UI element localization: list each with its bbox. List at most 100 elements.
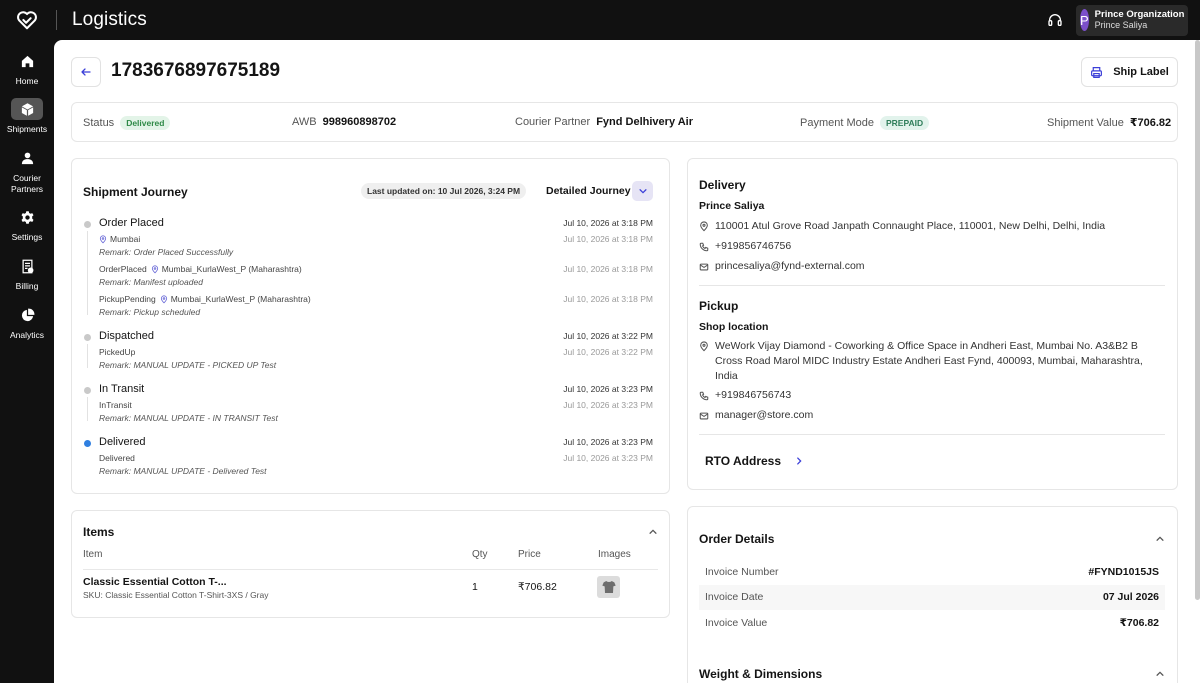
event-status: PickupPending Mumbai_KurlaWest_P (Mahara… [99,294,311,304]
pickup-email-text: manager@store.com [715,409,814,421]
delivery-name: Prince Saliya [699,200,765,212]
sidebar-item-label: Home [15,76,39,86]
billing-icon [11,255,43,277]
step-dot [84,387,91,394]
sidebar-item-settings[interactable]: Settings [0,206,54,243]
mail-icon [699,408,715,423]
top-bar: Logistics P Prince Organization Prince S… [0,0,1200,40]
order-details-card: Order Details Invoice Number #FYND1015JS… [687,506,1178,683]
payment-badge: PREPAID [879,116,930,130]
event-remark: Remark: MANUAL UPDATE - IN TRANSIT Test [99,413,278,423]
user-name: Prince Saliya [1094,20,1148,30]
status-bar: Status Delivered AWB 998960898702 Courie… [71,102,1178,142]
sidebar-item-label: Shipments [6,124,48,134]
sidebar-item-shipments[interactable]: Shipments [0,98,54,135]
pie-chart-icon [11,304,43,326]
invoice-value-row: Invoice Value ₹706.82 [699,611,1165,636]
page-title: 1783676897675189 [111,60,281,81]
sidebar-item-analytics[interactable]: Analytics [0,304,54,341]
sidebar-item-label: Settings [11,232,43,242]
location-pin-icon [151,264,159,274]
page-scrollbar[interactable] [1195,40,1200,600]
status-label: Status [83,117,115,129]
phone-icon [699,388,715,403]
shipment-value-label: Shipment Value [1047,116,1124,129]
delivery-email: princesaliya@fynd-external.com [699,259,865,274]
pickup-address-text: WeWork Vijay Diamond - Coworking & Offic… [715,340,1143,382]
sidebar-item-label: Billing [15,281,39,291]
event-date: Jul 10, 2026 at 3:23 PM [563,453,653,463]
pickup-title: Pickup [699,299,739,313]
invoice-value-label: Invoice Value [705,617,768,629]
org-switcher[interactable]: P Prince Organization Prince Saliya [1076,4,1188,36]
payment-label: Payment Mode [800,117,874,129]
pickup-email: manager@store.com [699,408,813,423]
pickup-phone-text: +919846756743 [715,389,792,401]
sidebar: Home Shipments Courier Partners Settings… [0,40,54,683]
event-date: Jul 10, 2026 at 3:22 PM [563,347,653,357]
event-location-text: Mumbai_KurlaWest_P (Maharashtra) [161,264,302,274]
event-remark: Remark: Manifest uploaded [99,277,203,287]
event-status: InTransit [99,400,132,410]
item-image[interactable] [597,576,620,598]
step-date: Jul 10, 2026 at 3:23 PM [563,384,653,394]
item-qty: 1 [472,581,478,593]
location-pin-icon [699,339,715,354]
avatar: P [1080,9,1089,31]
chevron-up-icon[interactable] [1155,669,1165,679]
event-status: OrderPlaced Mumbai_KurlaWest_P (Maharash… [99,264,302,274]
section-divider [699,434,1165,435]
invoice-number-value: #FYND1015JS [1088,566,1159,578]
sidebar-item-billing[interactable]: Billing [0,255,54,292]
column-header-item: Item [83,549,103,560]
order-details-title: Order Details [699,532,775,546]
step-line [87,344,88,368]
step-date: Jul 10, 2026 at 3:23 PM [563,437,653,447]
headset-icon[interactable] [1040,4,1070,36]
courier-label: Courier Partner [515,116,591,128]
event-date: Jul 10, 2026 at 3:18 PM [563,234,653,244]
event-status: PickedUp [99,347,136,357]
awb-value: 998960898702 [322,116,397,128]
main-content: 1783676897675189 Ship Label Status Deliv… [54,40,1200,683]
delivery-phone: +919856746756 [699,239,791,254]
sidebar-item-home[interactable]: Home [0,50,54,87]
printer-icon [1091,66,1103,78]
step-title: Dispatched [99,330,155,342]
event-remark: Remark: Pickup scheduled [99,307,201,317]
event-status-text: OrderPlaced [99,264,147,274]
logo-icon[interactable] [0,0,54,40]
last-updated-badge: Last updated on: 10 Jul 2026, 3:24 PM [361,183,527,199]
back-button[interactable] [71,57,101,87]
arrow-left-icon [81,68,91,76]
home-icon [11,50,43,72]
org-name: Prince Organization [1094,9,1185,20]
step-date: Jul 10, 2026 at 3:22 PM [563,331,653,341]
chevron-up-icon[interactable] [1155,534,1165,544]
event-date: Jul 10, 2026 at 3:18 PM [563,294,653,304]
delivery-address-text: 110001 Atul Grove Road Janpath Connaught… [715,220,1106,232]
item-name: Classic Essential Cotton T-... [83,576,227,588]
chevron-up-icon[interactable] [648,527,658,537]
delivery-address: 110001 Atul Grove Road Janpath Connaught… [699,219,1105,234]
pickup-phone: +919846756743 [699,388,791,403]
detailed-journey-label[interactable]: Detailed Journey [546,185,631,197]
gear-icon [11,206,43,228]
event-location-text: Mumbai [110,234,141,244]
detailed-journey-toggle[interactable] [632,181,653,201]
column-header-images: Images [598,549,631,560]
ship-label-button[interactable]: Ship Label [1081,57,1178,87]
step-title: Order Placed [99,217,164,229]
box-icon [11,98,43,120]
pickup-address: WeWork Vijay Diamond - Coworking & Offic… [699,339,1155,384]
delivery-phone-text: +919856746756 [715,240,792,252]
pickup-name: Shop location [699,321,769,333]
sidebar-item-label: Courier Partners [10,173,44,194]
ship-label-text: Ship Label [1113,66,1169,78]
event-remark: Remark: Order Placed Successfully [99,247,234,257]
rto-address-link[interactable]: RTO Address [705,454,804,468]
event-date: Jul 10, 2026 at 3:23 PM [563,400,653,410]
location-pin-icon [99,234,107,244]
sidebar-item-courier-partners[interactable]: Courier Partners [0,147,54,195]
step-line [87,397,88,421]
